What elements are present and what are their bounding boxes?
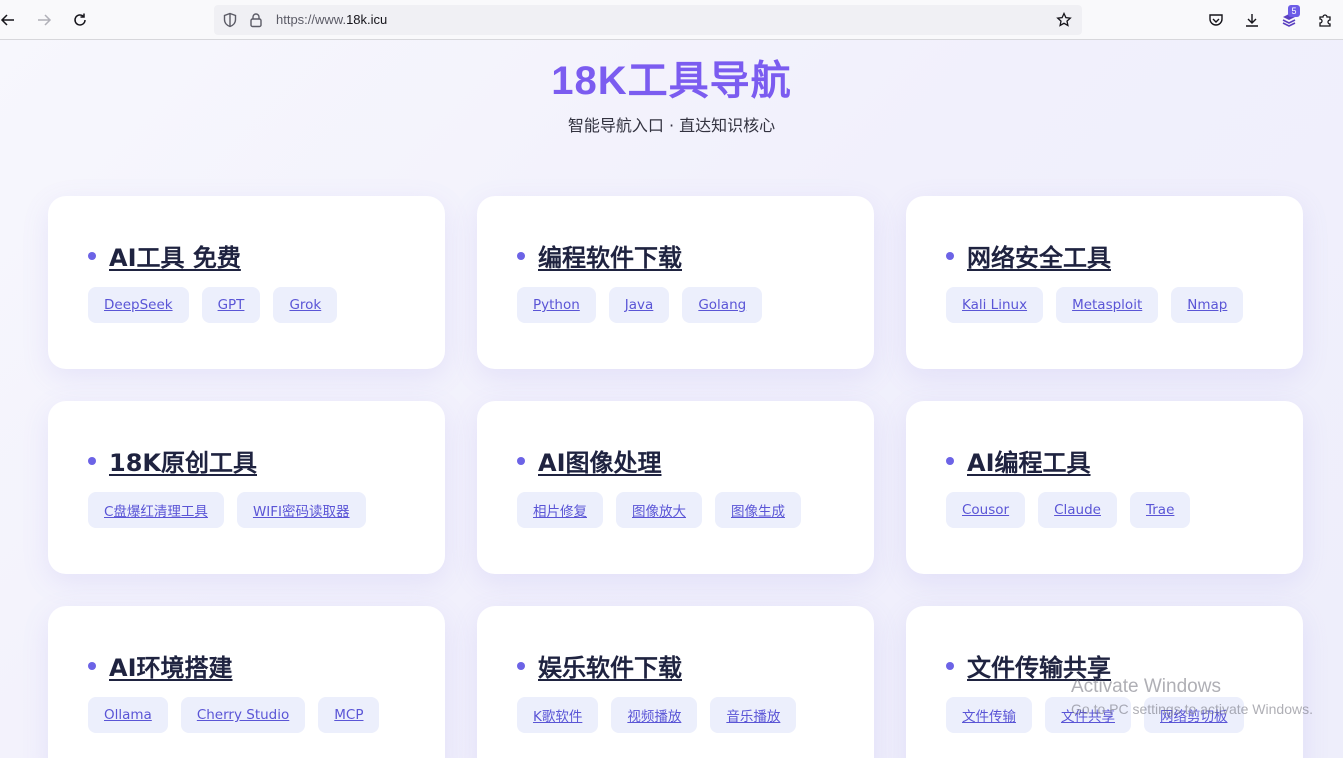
card-header: 网络安全工具 [946,238,1111,273]
category-card: 娱乐软件下载 K歌软件 视频播放 音乐播放 [477,606,874,758]
card-header: AI工具 免费 [88,238,241,273]
tag-link[interactable]: Metasploit [1056,287,1159,323]
card-title[interactable]: 网络安全工具 [967,238,1111,273]
tag-list: DeepSeek GPT Grok [88,287,338,323]
bullet-dot-icon [88,661,96,670]
tag-link[interactable]: GPT [201,287,261,323]
bullet-dot-icon [946,251,954,260]
bullet-dot-icon [517,661,525,670]
tag-link[interactable]: DeepSeek [88,287,189,323]
lock-icon[interactable] [248,12,264,28]
card-header: 18K原创工具 [88,443,257,478]
url-domain: 18k.icu [346,12,388,27]
category-card: AI编程工具 Cousor Claude Trae [906,401,1303,574]
card-title[interactable]: 文件传输共享 [967,648,1111,683]
card-title[interactable]: AI工具 免费 [109,238,241,273]
puzzle-extensions-icon[interactable] [1313,8,1337,32]
category-card: AI环境搭建 Ollama Cherry Studio MCP [48,606,445,758]
tag-list: 文件传输 文件共享 网络剪切板 [946,697,1244,733]
bullet-dot-icon [88,251,96,260]
category-card: AI图像处理 相片修复 图像放大 图像生成 [477,401,874,574]
tag-link[interactable]: 图像生成 [715,492,801,528]
tag-link[interactable]: Cousor [946,492,1026,528]
forward-arrow-icon[interactable] [32,8,56,32]
tag-link[interactable]: 视频播放 [611,697,698,733]
tag-list: Cousor Claude Trae [946,492,1191,528]
reload-icon[interactable] [68,8,92,32]
category-card: AI工具 免费 DeepSeek GPT Grok [48,196,445,369]
tag-link[interactable]: 文件共享 [1045,697,1131,733]
bullet-dot-icon [517,251,525,260]
tag-link[interactable]: Claude [1038,492,1117,528]
tag-link[interactable]: Ollama [88,697,168,733]
tag-link[interactable]: Java [608,287,670,323]
tag-link[interactable]: Nmap [1171,287,1244,323]
card-title[interactable]: AI环境搭建 [109,648,233,683]
card-header: 娱乐软件下载 [517,648,682,683]
tag-link[interactable]: Python [517,287,596,323]
tag-link[interactable]: 音乐播放 [710,697,797,733]
page-content: 18K工具导航 智能导航入口 · 直达知识核心 AI工具 免费 DeepSeek… [0,40,1343,758]
bullet-dot-icon [88,456,96,465]
tag-link[interactable]: 网络剪切板 [1144,697,1244,733]
tag-list: Kali Linux Metasploit Nmap [946,287,1244,323]
site-subtitle: 智能导航入口 · 直达知识核心 [567,116,776,135]
tag-link[interactable]: 文件传输 [946,697,1032,733]
card-header: 编程软件下载 [517,238,682,273]
tag-link[interactable]: MCP [318,697,380,733]
tag-link[interactable]: C盘爆红清理工具 [88,492,224,528]
bookmark-star-icon[interactable] [1056,12,1072,28]
tag-list: Python Java Golang [517,287,763,323]
category-card: 编程软件下载 Python Java Golang [477,196,874,369]
back-arrow-icon[interactable] [0,8,20,32]
card-title[interactable]: AI图像处理 [538,443,662,478]
site-title: 18K工具导航 [551,59,792,103]
category-card: 网络安全工具 Kali Linux Metasploit Nmap [906,196,1303,369]
extension-badge: 5 [1288,5,1300,17]
download-icon[interactable] [1240,8,1264,32]
bullet-dot-icon [946,661,954,670]
bullet-dot-icon [946,456,954,465]
category-card: 文件传输共享 文件传输 文件共享 网络剪切板 [906,606,1303,758]
category-card: 18K原创工具 C盘爆红清理工具 WIFI密码读取器 [48,401,445,574]
tag-link[interactable]: WIFI密码读取器 [236,492,366,528]
pocket-icon[interactable] [1204,8,1228,32]
tag-link[interactable]: 图像放大 [616,492,702,528]
tag-link[interactable]: Cherry Studio [180,697,306,733]
tag-link[interactable]: Kali Linux [946,287,1044,323]
url-text[interactable]: https://www.18k.icu [276,12,387,27]
card-header: 文件传输共享 [946,648,1111,683]
card-title[interactable]: 18K原创工具 [109,443,257,478]
card-header: AI图像处理 [517,443,662,478]
card-header: AI编程工具 [946,443,1091,478]
card-title[interactable]: 编程软件下载 [538,238,682,273]
tag-list: C盘爆红清理工具 WIFI密码读取器 [88,492,366,528]
browser-toolbar: https://www.18k.icu 5 [0,0,1343,40]
address-bar[interactable]: https://www.18k.icu [214,5,1082,35]
tag-link[interactable]: Trae [1129,492,1191,528]
card-header: AI环境搭建 [88,648,233,683]
bullet-dot-icon [517,456,525,465]
url-prefix: https://www. [276,12,347,27]
tag-link[interactable]: Golang [682,287,763,323]
card-title[interactable]: AI编程工具 [967,443,1091,478]
card-title[interactable]: 娱乐软件下载 [538,648,682,683]
tag-list: K歌软件 视频播放 音乐播放 [517,697,797,733]
tag-list: Ollama Cherry Studio MCP [88,697,380,733]
shield-icon[interactable] [222,12,238,28]
tag-link[interactable]: K歌软件 [517,697,599,733]
tag-list: 相片修复 图像放大 图像生成 [517,492,801,528]
tag-link[interactable]: Grok [273,287,338,323]
tag-link[interactable]: 相片修复 [517,492,603,528]
